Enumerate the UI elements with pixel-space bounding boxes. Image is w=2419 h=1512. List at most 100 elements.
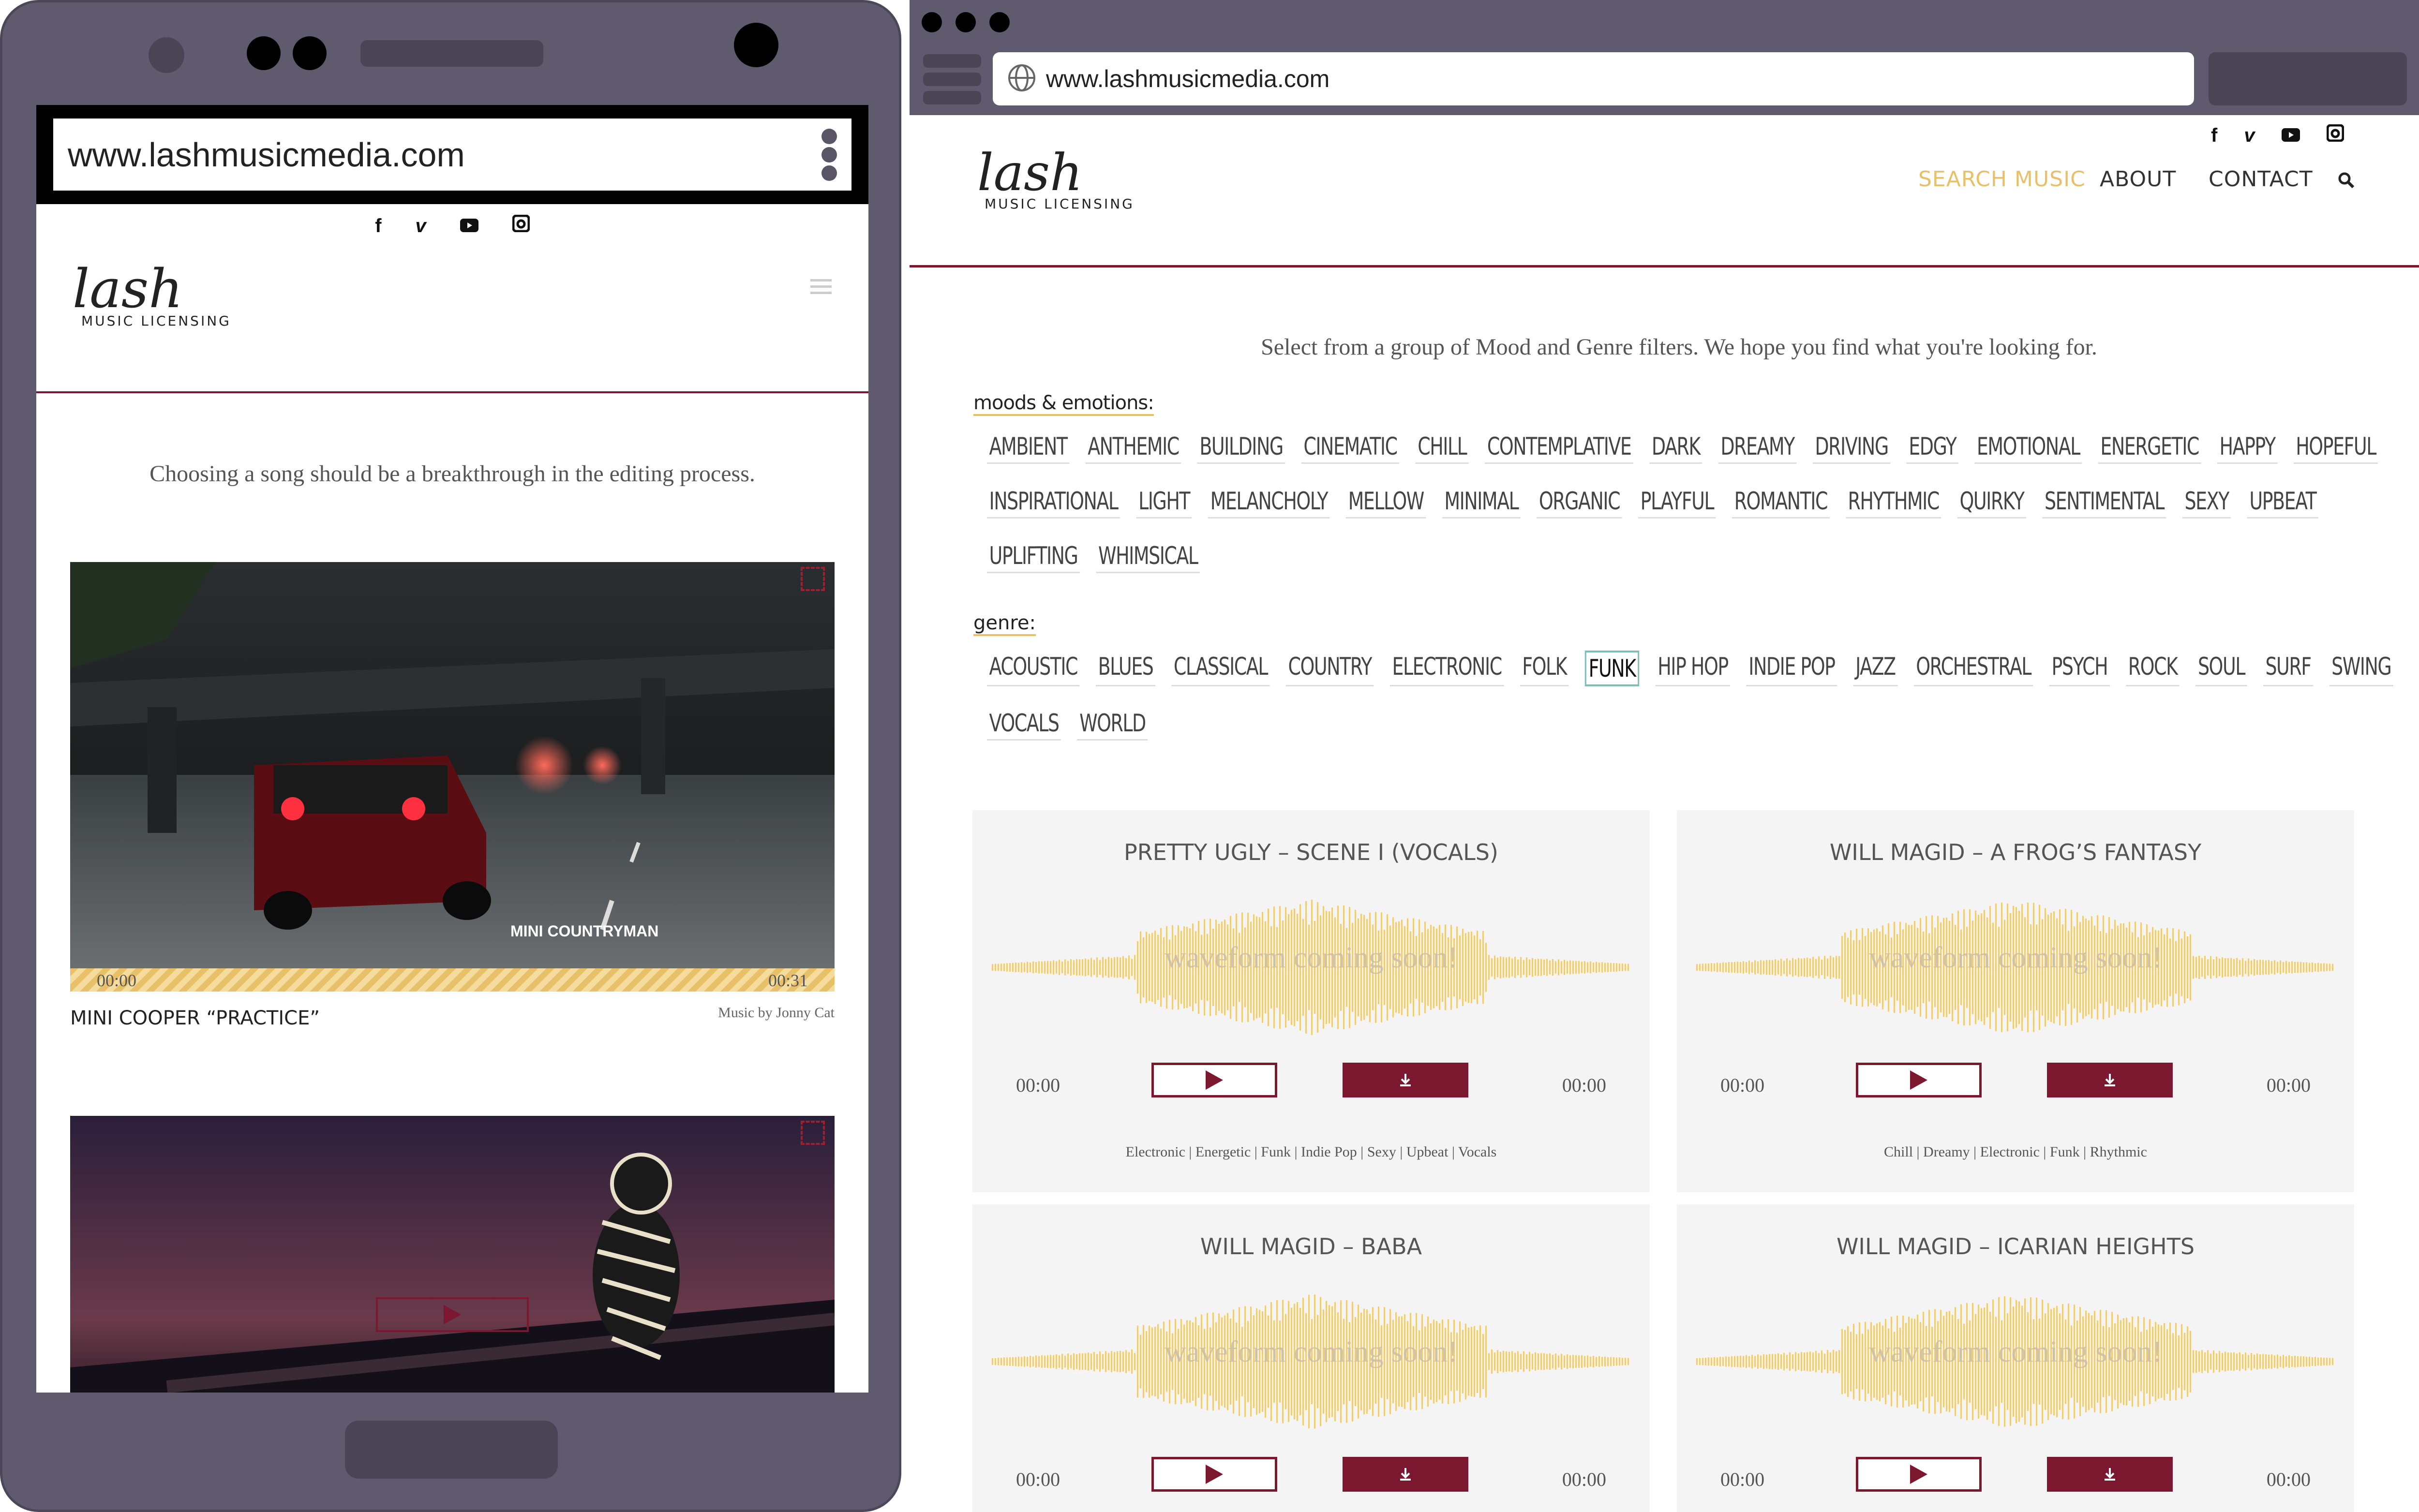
- download-button[interactable]: [2047, 1063, 2173, 1097]
- phone-logo[interactable]: lash MUSIC LICENSING: [73, 262, 231, 329]
- video-thumbnail-mini[interactable]: MINI COUNTRYMAN: [70, 562, 835, 968]
- filter-chip-happy[interactable]: HAPPY: [2217, 430, 2278, 464]
- track-time-duration: 00:00: [1562, 1468, 1606, 1490]
- filter-chip-uplifting[interactable]: UPLIFTING: [987, 540, 1080, 573]
- filter-chip-chill[interactable]: CHILL: [1415, 430, 1469, 464]
- filter-chip-melancholy[interactable]: MELANCHOLY: [1208, 485, 1330, 519]
- filter-chip-jazz[interactable]: JAZZ: [1853, 651, 1898, 686]
- filter-chip-inspirational[interactable]: INSPIRATIONAL: [987, 485, 1120, 519]
- browser-tab-placeholder[interactable]: [923, 73, 981, 86]
- filter-chip-sentimental[interactable]: SENTIMENTAL: [2042, 485, 2166, 519]
- filter-chip-sexy[interactable]: SEXY: [2182, 485, 2231, 519]
- filter-chip-swing[interactable]: SWING: [2329, 651, 2393, 686]
- filter-chip-playful[interactable]: PLAYFUL: [1638, 485, 1716, 519]
- play-button[interactable]: [1151, 1457, 1277, 1492]
- youtube-icon[interactable]: [2281, 125, 2300, 147]
- filter-chip-whimsical[interactable]: WHIMSICAL: [1096, 540, 1200, 573]
- download-button[interactable]: [2047, 1457, 2173, 1492]
- filter-chip-funk[interactable]: FUNK: [1585, 651, 1640, 686]
- window-minimize-icon[interactable]: [956, 12, 976, 32]
- waveform-placeholder-text: waveform coming soon!: [1868, 1335, 2163, 1368]
- instagram-icon[interactable]: [2326, 124, 2344, 147]
- youtube-icon[interactable]: [460, 215, 478, 237]
- filter-chip-emotional[interactable]: EMOTIONAL: [1974, 430, 2082, 464]
- filter-chip-electronic[interactable]: ELECTRONIC: [1389, 651, 1504, 686]
- filter-chip-indie-pop[interactable]: INDIE POP: [1746, 651, 1837, 686]
- filter-chip-acoustic[interactable]: ACOUSTIC: [987, 651, 1080, 686]
- browser-tab-placeholder[interactable]: [923, 91, 981, 104]
- phone-home-button[interactable]: [345, 1421, 558, 1479]
- filter-chip-driving[interactable]: DRIVING: [1812, 430, 1891, 464]
- filter-chip-country[interactable]: COUNTRY: [1285, 651, 1374, 686]
- video-title[interactable]: MINI COOPER “PRACTICE”: [70, 1007, 320, 1029]
- play-button[interactable]: [1856, 1457, 1982, 1492]
- site-logo[interactable]: lash MUSIC LICENSING: [977, 148, 1135, 212]
- filter-chip-soul[interactable]: SOUL: [2195, 651, 2247, 686]
- play-button[interactable]: [1151, 1063, 1277, 1097]
- filter-chip-rhythmic[interactable]: RHYTHMIC: [1845, 485, 1941, 519]
- instagram-icon[interactable]: [512, 214, 530, 237]
- track-title[interactable]: PRETTY UGLY – SCENE I (VOCALS): [972, 839, 1650, 865]
- filter-chip-energetic[interactable]: ENERGETIC: [2098, 430, 2201, 464]
- filter-chip-edgy[interactable]: EDGY: [1906, 430, 1958, 464]
- filter-chip-rock[interactable]: ROCK: [2126, 651, 2180, 686]
- filter-chip-surf[interactable]: SURF: [2263, 651, 2314, 686]
- facebook-icon[interactable]: f: [2211, 125, 2217, 147]
- nav-contact[interactable]: CONTACT: [2209, 167, 2313, 192]
- filter-chip-blues[interactable]: BLUES: [1096, 651, 1155, 686]
- nav-search-music[interactable]: SEARCH MUSIC: [1918, 167, 2086, 192]
- filter-chip-upbeat[interactable]: UPBEAT: [2247, 485, 2318, 519]
- facebook-icon[interactable]: f: [375, 215, 381, 237]
- filter-chip-psych[interactable]: PSYCH: [2049, 651, 2110, 686]
- hamburger-menu-icon[interactable]: [810, 279, 832, 294]
- filter-chip-organic[interactable]: ORGANIC: [1537, 485, 1622, 519]
- download-button[interactable]: [1343, 1063, 1468, 1097]
- filter-chip-romantic[interactable]: ROMANTIC: [1732, 485, 1830, 519]
- video-progress-bar[interactable]: 00:00 00:31: [70, 968, 835, 992]
- filter-chip-classical[interactable]: CLASSICAL: [1171, 651, 1270, 686]
- nav-about[interactable]: ABOUT: [2100, 167, 2176, 192]
- download-button[interactable]: [1343, 1457, 1468, 1492]
- browser-url-input[interactable]: www.lashmusicmedia.com: [1046, 65, 1329, 93]
- filter-chip-mellow[interactable]: MELLOW: [1346, 485, 1426, 519]
- search-icon[interactable]: [2338, 172, 2355, 192]
- phone-url-input[interactable]: www.lashmusicmedia.com: [68, 135, 465, 174]
- fullscreen-icon[interactable]: [801, 567, 825, 591]
- filter-chip-folk[interactable]: FOLK: [1520, 651, 1569, 686]
- filter-chip-building[interactable]: BUILDING: [1197, 430, 1285, 464]
- filter-chip-hopeful[interactable]: HOPEFUL: [2293, 430, 2378, 464]
- track-title[interactable]: WILL MAGID – ICARIAN HEIGHTS: [1677, 1233, 2354, 1260]
- filter-chip-orchestral[interactable]: ORCHESTRAL: [1913, 651, 2033, 686]
- filter-chip-contemplative[interactable]: CONTEMPLATIVE: [1485, 430, 1633, 464]
- filter-chip-dark[interactable]: DARK: [1649, 430, 1702, 464]
- video-thumbnail-second[interactable]: [70, 1116, 835, 1393]
- filter-chip-ambient[interactable]: AMBIENT: [987, 430, 1070, 464]
- browser-address-bar[interactable]: www.lashmusicmedia.com: [993, 52, 2194, 105]
- phone-menu-dots-icon[interactable]: [821, 128, 837, 181]
- video-time-end: 00:31: [768, 971, 808, 990]
- window-close-icon[interactable]: [922, 12, 942, 32]
- filter-chip-light[interactable]: LIGHT: [1136, 485, 1192, 519]
- browser-tab-placeholder[interactable]: [923, 54, 981, 68]
- play-button[interactable]: [1856, 1063, 1982, 1097]
- track-card: WILL MAGID – A FROG’S FANTASY waveform co…: [1677, 810, 2354, 1192]
- phone-sensor-icon: [247, 36, 281, 70]
- track-title[interactable]: WILL MAGID – BABA: [972, 1233, 1650, 1260]
- play-icon: [1206, 1465, 1223, 1484]
- window-maximize-icon[interactable]: [989, 12, 1010, 32]
- filter-chip-anthemic[interactable]: ANTHEMIC: [1085, 430, 1181, 464]
- vimeo-icon[interactable]: v: [416, 215, 426, 237]
- filter-chip-quirky[interactable]: QUIRKY: [1957, 485, 2027, 519]
- browser-toolbar-placeholder[interactable]: [2209, 52, 2407, 105]
- vimeo-icon[interactable]: v: [2244, 125, 2255, 147]
- track-title[interactable]: WILL MAGID – A FROG’S FANTASY: [1677, 839, 2354, 865]
- filter-chip-dreamy[interactable]: DREAMY: [1718, 430, 1797, 464]
- video-play-button[interactable]: [376, 1297, 529, 1332]
- phone-front-camera-icon: [734, 23, 778, 67]
- filter-chip-vocals[interactable]: VOCALS: [987, 707, 1061, 741]
- filter-chip-hip-hop[interactable]: HIP HOP: [1655, 651, 1731, 686]
- filter-chip-minimal[interactable]: MINIMAL: [1442, 485, 1521, 519]
- filter-chip-world[interactable]: WORLD: [1077, 707, 1148, 741]
- fullscreen-icon[interactable]: [801, 1121, 825, 1145]
- filter-chip-cinematic[interactable]: CINEMATIC: [1301, 430, 1400, 464]
